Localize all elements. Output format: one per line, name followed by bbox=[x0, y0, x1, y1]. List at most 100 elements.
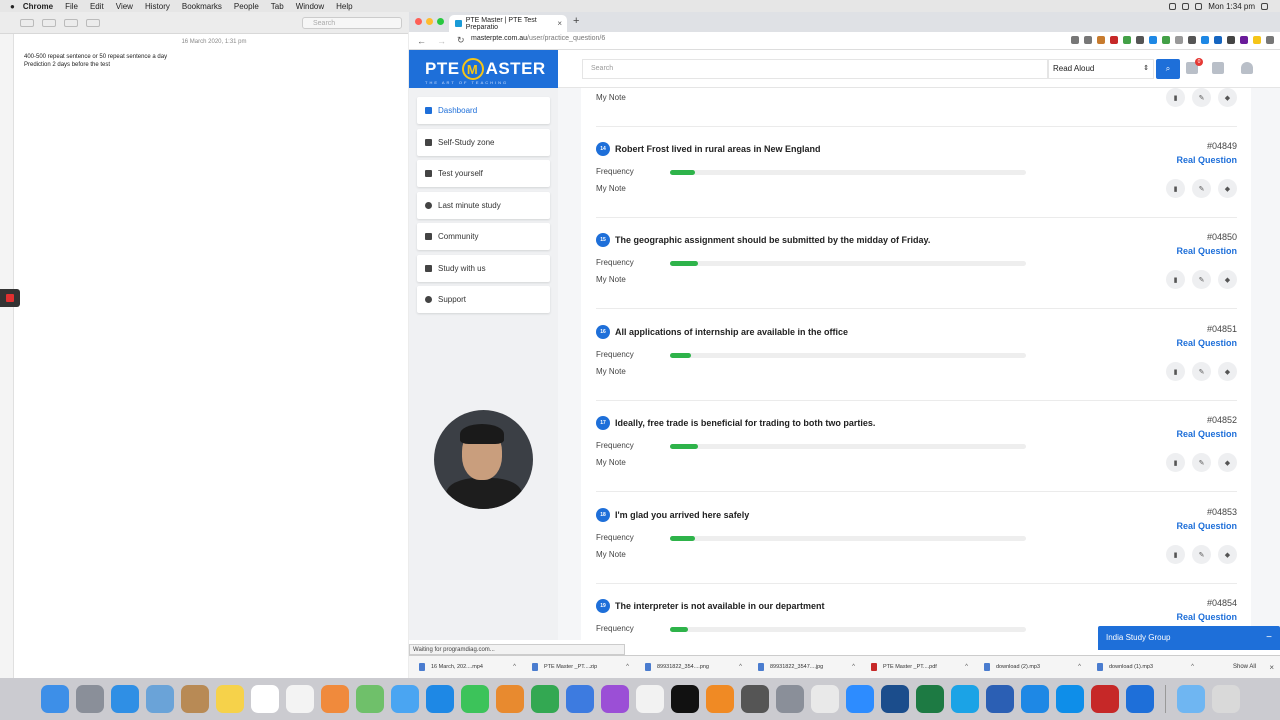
chevron-up-icon[interactable]: ^ bbox=[965, 664, 968, 670]
spotlight-icon[interactable] bbox=[1261, 2, 1268, 10]
menu-tab[interactable]: Tab bbox=[271, 2, 284, 11]
extension-icon[interactable] bbox=[1240, 36, 1248, 44]
record-stop-button[interactable] bbox=[0, 289, 20, 307]
forward-icon[interactable]: → bbox=[437, 36, 449, 46]
menu-file[interactable]: File bbox=[65, 2, 78, 11]
menu-bookmarks[interactable]: Bookmarks bbox=[182, 2, 222, 11]
share-icon[interactable] bbox=[1071, 36, 1079, 44]
dropbox-icon[interactable] bbox=[1125, 685, 1154, 713]
url-field[interactable]: masterpte.com.au/user/practice_question/… bbox=[471, 35, 605, 42]
question-row[interactable]: 16 All applications of internship are av… bbox=[596, 310, 1237, 401]
battery-icon[interactable] bbox=[1182, 2, 1190, 10]
bookmark-icon[interactable]: ▮ bbox=[1166, 362, 1185, 381]
browser-tab[interactable]: PTE Master | PTE Test Preparatio × bbox=[449, 15, 567, 32]
extension-icon[interactable] bbox=[1188, 36, 1196, 44]
preview-icon[interactable] bbox=[740, 685, 769, 713]
edit-icon[interactable]: ✎ bbox=[1192, 545, 1211, 564]
pages-icon[interactable] bbox=[495, 685, 524, 713]
safari-icon[interactable] bbox=[110, 685, 139, 713]
extension-icon[interactable] bbox=[1149, 36, 1157, 44]
contacts-icon[interactable] bbox=[180, 685, 209, 713]
download-item[interactable]: download (1).mp3 ^ bbox=[1087, 656, 1200, 679]
podcasts-icon[interactable] bbox=[600, 685, 629, 713]
apple-icon[interactable]: ● bbox=[10, 2, 15, 11]
skype-icon[interactable] bbox=[950, 685, 979, 713]
facetime-icon[interactable] bbox=[460, 685, 489, 713]
menu-item-support[interactable]: Support bbox=[417, 286, 550, 313]
sidebar-toggle-icon[interactable] bbox=[20, 18, 34, 27]
extension-icon[interactable] bbox=[1253, 36, 1261, 44]
books-icon[interactable] bbox=[705, 685, 734, 713]
notes-search-input[interactable]: Search bbox=[302, 17, 402, 29]
my-note-label[interactable]: My Note bbox=[596, 93, 626, 102]
question-title[interactable]: Robert Frost lived in rural areas in New… bbox=[615, 142, 821, 156]
download-item[interactable]: 89931822_354....png ^ bbox=[635, 656, 748, 679]
chat-widget[interactable]: India Study Group − bbox=[1098, 626, 1280, 650]
menu-edit[interactable]: Edit bbox=[90, 2, 104, 11]
bookmark-icon[interactable]: ▮ bbox=[1166, 545, 1185, 564]
menu-history[interactable]: History bbox=[145, 2, 170, 11]
bell-icon[interactable] bbox=[1241, 62, 1253, 74]
messages-icon[interactable] bbox=[390, 685, 419, 713]
extension-icon[interactable] bbox=[1136, 36, 1144, 44]
extension-icon[interactable] bbox=[1175, 36, 1183, 44]
clock-label[interactable]: Mon 1:34 pm bbox=[1208, 2, 1255, 11]
tag-icon[interactable]: ◆ bbox=[1218, 362, 1237, 381]
bookmark-icon[interactable]: ▮ bbox=[1166, 88, 1185, 107]
my-note-label[interactable]: My Note bbox=[596, 367, 626, 376]
question-row[interactable]: 17 Ideally, free trade is beneficial for… bbox=[596, 401, 1237, 492]
chevron-up-icon[interactable]: ^ bbox=[739, 664, 742, 670]
download-item[interactable]: 16 March, 202....mp4 ^ bbox=[409, 656, 522, 679]
mail-icon[interactable] bbox=[145, 685, 174, 713]
downloads-folder-icon[interactable] bbox=[1176, 685, 1205, 713]
tag-icon[interactable]: ◆ bbox=[1218, 179, 1237, 198]
menu-item-study-with-us[interactable]: Study with us bbox=[417, 254, 550, 282]
minimize-window-icon[interactable] bbox=[426, 18, 433, 25]
zoom-icon[interactable] bbox=[845, 685, 874, 713]
photos-icon[interactable] bbox=[320, 685, 349, 713]
extension-icon[interactable] bbox=[1227, 36, 1235, 44]
minimize-icon[interactable]: − bbox=[1266, 626, 1272, 650]
new-tab-icon[interactable]: + bbox=[573, 15, 579, 27]
question-title[interactable]: Ideally, free trade is beneficial for tr… bbox=[615, 416, 875, 430]
close-downloads-icon[interactable]: × bbox=[1269, 663, 1274, 672]
my-note-label[interactable]: My Note bbox=[596, 184, 626, 193]
question-title[interactable]: The interpreter is not available in our … bbox=[615, 599, 825, 613]
question-row[interactable]: 14 Robert Frost lived in rural areas in … bbox=[596, 127, 1237, 218]
my-note-label[interactable]: My Note bbox=[596, 550, 626, 559]
edit-icon[interactable]: ✎ bbox=[1192, 362, 1211, 381]
menu-item-community[interactable]: Community bbox=[417, 223, 550, 250]
launchpad-icon[interactable] bbox=[75, 685, 104, 713]
my-note-label[interactable]: My Note bbox=[596, 275, 626, 284]
site-logo[interactable]: PTE M ASTER THE ART OF TEACHING bbox=[409, 50, 558, 88]
chrome-icon[interactable] bbox=[810, 685, 839, 713]
extension-icon[interactable] bbox=[1097, 36, 1105, 44]
music-icon[interactable] bbox=[635, 685, 664, 713]
menu-view[interactable]: View bbox=[116, 2, 133, 11]
menu-item-last-minute[interactable]: Last minute study bbox=[417, 191, 550, 219]
chevron-up-icon[interactable]: ^ bbox=[1191, 664, 1194, 670]
edit-icon[interactable]: ✎ bbox=[1192, 179, 1211, 198]
edit-icon[interactable]: ✎ bbox=[1192, 453, 1211, 472]
download-item[interactable]: PTE Master _PT....zip ^ bbox=[522, 656, 635, 679]
trash-icon[interactable] bbox=[1211, 685, 1240, 713]
tag-icon[interactable]: ◆ bbox=[1218, 88, 1237, 107]
calendar-icon[interactable] bbox=[250, 685, 279, 713]
question-title[interactable]: I'm glad you arrived here safely bbox=[615, 508, 749, 522]
back-icon[interactable]: ← bbox=[417, 36, 429, 46]
bookmark-icon[interactable]: ▮ bbox=[1166, 179, 1185, 198]
zoom-window-icon[interactable] bbox=[437, 18, 444, 25]
menu-item-dashboard[interactable]: Dashboard bbox=[417, 97, 550, 124]
extension-icon[interactable] bbox=[1201, 36, 1209, 44]
new-note-icon[interactable] bbox=[64, 18, 78, 27]
bookmark-star-icon[interactable] bbox=[1084, 36, 1092, 44]
menu-help[interactable]: Help bbox=[336, 2, 352, 11]
my-note-label[interactable]: My Note bbox=[596, 458, 626, 467]
tv-icon[interactable] bbox=[670, 685, 699, 713]
wifi-icon[interactable] bbox=[1169, 2, 1177, 10]
system-preferences-icon[interactable] bbox=[775, 685, 804, 713]
zalo-icon[interactable] bbox=[1020, 685, 1049, 713]
bookmark-icon[interactable]: ▮ bbox=[1166, 453, 1185, 472]
finder-icon[interactable] bbox=[40, 685, 69, 713]
menu-window[interactable]: Window bbox=[296, 2, 324, 11]
